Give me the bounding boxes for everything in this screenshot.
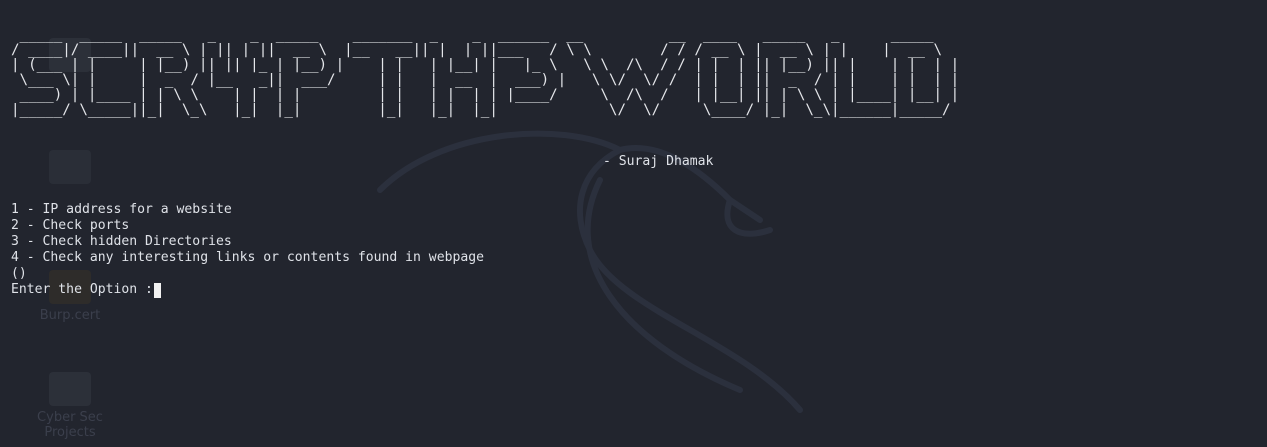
menu-option-3: 3 - Check hidden Directories: [11, 234, 232, 249]
option-menu: 1 - IP address for a website 2 - Check p…: [11, 202, 484, 298]
author-credit: - Suraj Dhamak: [603, 154, 714, 169]
menu-option-4: 4 - Check any interesting links or conte…: [11, 250, 484, 265]
menu-option-1: 1 - IP address for a website: [11, 202, 232, 217]
input-prompt-line[interactable]: Enter the Option :: [11, 282, 484, 298]
terminal-window[interactable]: _____ _____ _____ _ _ _____ _______ _ _ …: [0, 0, 1267, 447]
input-prompt: Enter the Option :: [11, 282, 153, 297]
text-cursor[interactable]: [153, 282, 161, 298]
desktop-background: Burp.cert Cyber Sec Projects _____ _____…: [0, 0, 1267, 447]
ascii-art-banner: _____ _____ _____ _ _ _____ _______ _ _ …: [11, 27, 960, 118]
menu-option-2: 2 - Check ports: [11, 218, 130, 233]
menu-empty-parens: (): [11, 266, 27, 281]
